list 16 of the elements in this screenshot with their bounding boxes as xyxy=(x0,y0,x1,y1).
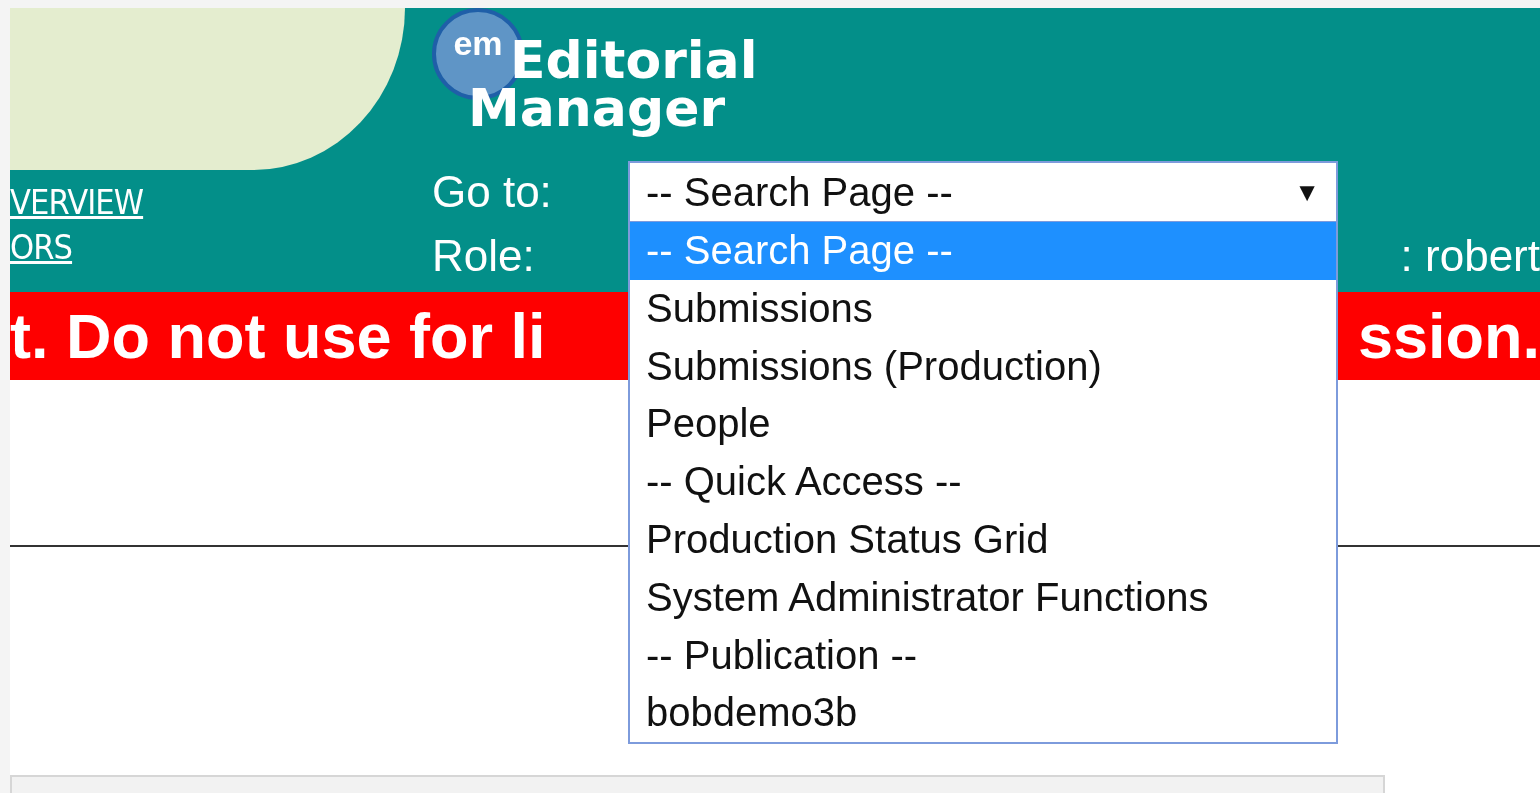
warning-text: ssion. xyxy=(1357,299,1540,373)
dropdown-option[interactable]: -- Quick Access -- xyxy=(630,453,1336,511)
goto-label: Go to: xyxy=(432,166,553,218)
dropdown-option[interactable]: Production Status Grid xyxy=(630,511,1336,569)
dropdown-option[interactable]: People xyxy=(630,395,1336,454)
dropdown-option[interactable]: bobdemo3b xyxy=(630,684,1336,743)
nav-link[interactable]: VERVIEW xyxy=(10,180,144,225)
warning-text: t. Do not use for li xyxy=(10,299,546,373)
dropdown-option[interactable]: System Administrator Functions xyxy=(630,568,1336,627)
dropdown-option[interactable]: -- Publication -- xyxy=(630,626,1336,685)
role-label: Role: xyxy=(432,230,536,282)
dropdown-option[interactable]: Submissions (Production) xyxy=(630,337,1336,396)
goto-select[interactable]: -- Search Page -- ▼ xyxy=(628,161,1338,223)
dropdown-option[interactable]: Submissions xyxy=(630,279,1336,338)
user-name: : robert xyxy=(1400,230,1540,282)
nav-link[interactable]: ORS xyxy=(10,225,73,270)
